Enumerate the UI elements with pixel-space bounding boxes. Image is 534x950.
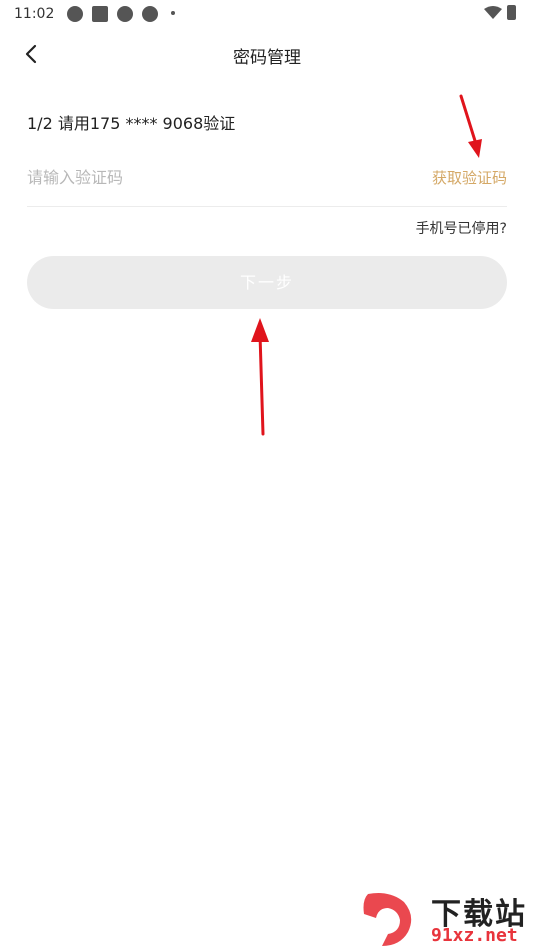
watermark-url: 91xz.net <box>431 925 518 946</box>
app-round-icon <box>67 6 83 22</box>
arrow-to-next-button <box>251 318 269 436</box>
get-code-button[interactable]: 获取验证码 <box>432 167 507 188</box>
app-round-icon <box>117 6 133 22</box>
battery-icon <box>507 5 516 20</box>
arrow-to-get-code <box>459 94 482 158</box>
dot-icon <box>171 11 175 15</box>
input-divider <box>27 206 507 207</box>
app-round-icon <box>142 6 158 22</box>
status-time: 11:02 <box>14 6 55 22</box>
verification-code-input[interactable] <box>27 162 357 192</box>
verification-step-text: 1/2 请用175 **** 9068验证 <box>27 114 236 133</box>
phone-disabled-link[interactable]: 手机号已停用? <box>416 218 507 238</box>
wifi-icon <box>484 6 502 19</box>
app-square-icon <box>92 6 108 22</box>
next-step-button[interactable]: 下一步 <box>27 256 507 309</box>
page-title: 密码管理 <box>233 48 301 68</box>
